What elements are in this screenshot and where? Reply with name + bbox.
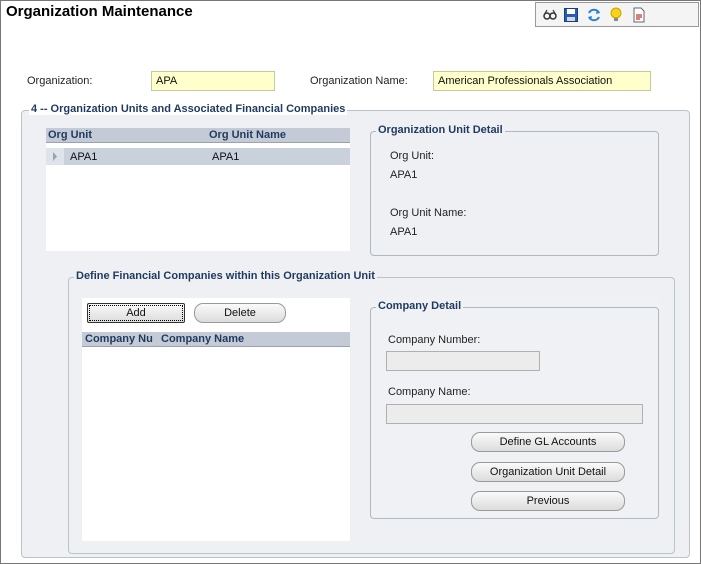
org-unit-detail-label: Org Unit: — [390, 150, 435, 162]
column-header-company-number[interactable]: Company Nu — [85, 333, 153, 345]
company-number-field[interactable] — [386, 351, 540, 371]
company-grid: Company Nu Company Name — [82, 332, 350, 541]
org-unit-detail-value: APA1 — [390, 169, 418, 181]
row-pointer-icon — [53, 152, 57, 161]
company-number-label: Company Number: — [388, 334, 481, 346]
define-gl-accounts-button[interactable]: Define GL Accounts — [471, 432, 625, 452]
window-frame: Organization Maintenance Organization: A… — [0, 0, 701, 564]
save-icon[interactable] — [563, 7, 579, 23]
column-header-org-unit[interactable]: Org Unit — [48, 129, 92, 141]
organization-unit-detail-button[interactable]: Organization Unit Detail — [471, 462, 625, 482]
company-detail-title: Company Detail — [376, 300, 464, 312]
row-indicator — [46, 148, 64, 165]
page-title: Organization Maintenance — [6, 3, 193, 20]
organization-field[interactable]: APA — [151, 71, 275, 91]
column-header-org-unit-name[interactable]: Org Unit Name — [209, 129, 286, 141]
cell-org-unit: APA1 — [70, 151, 98, 163]
org-unit-grid-header: Org Unit Org Unit Name — [46, 128, 350, 143]
organization-label: Organization: — [27, 75, 93, 87]
company-name-field[interactable] — [386, 404, 643, 424]
organization-name-label: Organization Name: — [310, 75, 408, 87]
org-unit-name-detail-label: Org Unit Name: — [390, 207, 467, 219]
org-unit-detail-title: Organization Unit Detail — [376, 124, 505, 136]
refresh-icon[interactable] — [586, 7, 602, 23]
org-units-group-title: 4 -- Organization Units and Associated F… — [29, 103, 348, 115]
delete-button[interactable]: Delete — [194, 303, 286, 323]
lightbulb-icon[interactable] — [608, 7, 624, 23]
column-header-company-name[interactable]: Company Name — [161, 333, 244, 345]
previous-button[interactable]: Previous — [471, 491, 625, 511]
financial-companies-group-title: Define Financial Companies within this O… — [74, 270, 377, 282]
cell-org-unit-name: APA1 — [212, 151, 240, 163]
toolbar — [535, 2, 699, 27]
table-row[interactable]: APA1 APA1 — [46, 148, 350, 165]
organization-name-field[interactable]: American Professionals Association — [433, 71, 651, 91]
add-button[interactable]: Add — [87, 303, 185, 323]
report-icon[interactable] — [631, 7, 647, 23]
org-unit-name-detail-value: APA1 — [390, 226, 418, 238]
glasses-icon[interactable] — [542, 7, 558, 23]
company-name-label: Company Name: — [388, 386, 471, 398]
org-unit-grid: Org Unit Org Unit Name APA1 APA1 — [46, 128, 350, 251]
company-grid-header: Company Nu Company Name — [82, 332, 350, 347]
